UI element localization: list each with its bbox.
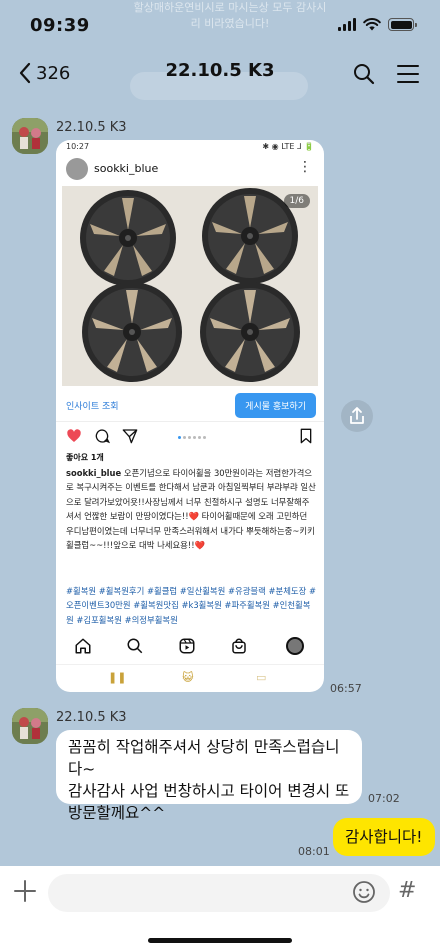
status-icons [338,18,417,31]
hashtag-icon[interactable]: # [398,878,416,903]
share-button[interactable] [341,400,373,432]
image-message[interactable]: 10:27 ✱ ◉ LTE ⅃ 🔋 sookki_blue ⋮ 1/6 인사이트… [56,140,324,692]
wheels-photo: 1/6 [62,186,318,386]
promote-button: 게시물 홍보하기 [235,393,316,418]
message-time: 06:57 [330,682,362,695]
avatar[interactable] [12,708,48,744]
home-indicator [148,938,292,943]
chat-header: 326 22.10.5 K3 [0,50,440,100]
back-nav-icon: ▭ [256,671,267,684]
recents-icon: ❚❚ [108,671,127,684]
carousel-dots [178,436,206,439]
pinned-notice: 할상매하운연비시로 마시는상 모두 감사시리 비라였습니다! [133,1,327,30]
bookmark-icon [300,428,312,444]
message-time: 07:02 [368,792,400,805]
insights-row: 인사이트 조회 게시물 홍보하기 [56,388,324,422]
home-icon [75,638,91,654]
likes-count: 좋아요 1개 [66,453,104,462]
my-message-bubble[interactable]: 감사합니다! [333,818,435,856]
message-time: 08:01 [298,845,330,858]
menu-icon[interactable] [396,64,420,84]
profile-icon [286,637,304,655]
message-input[interactable] [48,874,390,912]
home-cat-icon: 😺 [182,671,194,684]
send-icon [122,429,138,444]
more-icon: ⋮ [298,159,312,175]
ig-bottom-nav [56,633,324,661]
unread-count: 326 [36,62,71,84]
wifi-icon [363,18,381,31]
search-icon[interactable] [352,62,376,86]
caption-text: 오픈기념으로 타이어휠을 30만원이라는 저렴한가격으로 복구시켜주는 이벤트를… [66,468,316,551]
system-nav: ❚❚ 😺 ▭ [56,664,324,690]
caption-username: sookki_blue [66,468,122,478]
ig-post-header: sookki_blue ⋮ [56,154,324,184]
comment-icon [95,429,110,444]
photo-counter: 1/6 [283,194,310,208]
ig-profile-pic [66,158,88,180]
battery-icon [388,18,417,31]
back-button[interactable]: 326 [18,62,70,84]
post-caption: sookki_blue 오픈기념으로 타이어휠을 30만원이라는 저렴한가격으로… [66,466,316,552]
insights-link: 인사이트 조회 [66,402,119,412]
message-bubble[interactable]: 꼼꼼히 작업해주셔서 상당히 만족스럽습니다~ 감사감사 사업 번창하시고 타이… [56,730,362,822]
ig-status-icons: ✱ ◉ LTE ⅃ 🔋 [262,142,314,151]
heart-icon [67,429,81,442]
plus-icon[interactable] [12,878,38,904]
ig-actions [56,428,324,448]
search-icon [127,638,143,654]
status-time: 09:39 [30,15,90,36]
share-icon [350,407,364,424]
sender-name: 22.10.5 K3 [56,710,127,725]
avatar[interactable] [12,118,48,154]
reels-icon [179,638,195,654]
chevron-left-icon [19,62,31,84]
cellular-signal-icon [338,18,356,31]
shop-icon [232,638,246,654]
ig-status-time: 10:27 [66,142,90,151]
emoji-icon[interactable] [352,880,376,904]
sender-name: 22.10.5 K3 [56,120,127,135]
post-hashtags: #휠복원 #휠복원후기 #휠클럽 #일산휠복원 #유광블랙 #분체도장 #오픈이… [66,586,317,625]
ig-username: sookki_blue [94,162,159,175]
